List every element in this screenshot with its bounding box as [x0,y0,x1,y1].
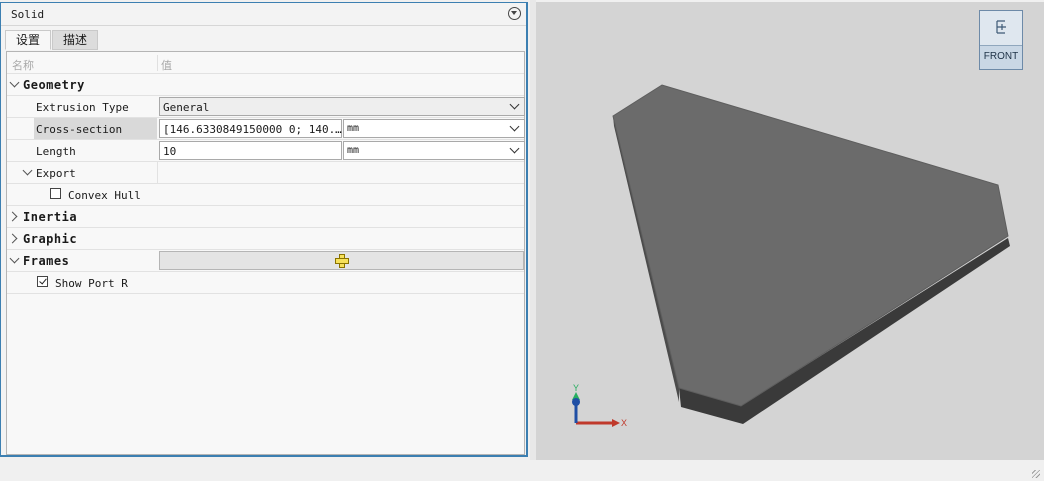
property-show-port-r: Show Port R [7,272,524,294]
category-label: Inertia [23,210,78,224]
category-inertia[interactable]: Inertia [7,206,524,228]
column-divider [157,162,158,183]
tab-bar: 设置 描述 [5,30,99,50]
length-input[interactable]: 10 [159,141,342,160]
show-port-r-checkbox[interactable] [37,276,48,287]
x-axis-label: X [621,418,627,428]
chevron-down-icon[interactable] [22,165,33,176]
checkbox-label: Convex Hull [68,189,141,202]
subcategory-export[interactable]: Export [7,162,524,184]
cross-section-input[interactable]: [146.6330849150000 0; 140.… [159,119,342,138]
view-cube[interactable]: FRONT [979,10,1023,70]
header-divider [157,55,158,71]
property-name-cell: Extrusion Type [34,96,157,117]
grid-header: 名称 值 [7,52,524,74]
chevron-down-icon[interactable] [509,143,520,154]
cross-section-unit-select[interactable]: mm [343,119,525,138]
property-label: Cross-section [36,123,123,136]
unit-value: mm [347,145,360,156]
property-name-cell: Length [34,140,157,161]
convex-hull-checkbox[interactable] [50,188,61,199]
property-label: Extrusion Type [36,101,129,114]
property-convex-hull: Convex Hull [7,184,524,206]
add-frame-button[interactable] [159,251,524,270]
solid-top-face[interactable] [612,84,1009,407]
property-extrusion-type: Extrusion Type General [7,96,525,118]
property-cross-section: Cross-section [146.6330849150000 0; 140.… [7,118,525,140]
view-cube-label: FRONT [983,51,1019,62]
axis-triad: X Y [572,383,627,428]
chevron-right-icon[interactable] [7,211,18,222]
property-name-cell: Cross-section [34,118,157,139]
property-label: Length [36,145,76,158]
3d-viewport[interactable]: FRONT X Y [536,2,1044,460]
unit-value: mm [347,123,360,134]
panel-title: Solid [11,8,45,21]
tab-description[interactable]: 描述 [52,30,99,50]
category-frames[interactable]: Frames [7,250,524,272]
length-unit-select[interactable]: mm [343,141,525,160]
property-length: Length 10 mm [7,140,525,162]
extrusion-type-select[interactable]: General [159,97,525,116]
property-grid: 名称 值 Geometry Extrusion Type General Cro… [6,51,525,455]
category-label: Frames [23,254,70,268]
view-cube-top-icon [996,20,1006,34]
category-label: Graphic [23,232,78,246]
chevron-down-icon[interactable] [509,99,520,110]
header-value: 值 [161,59,172,72]
input-value: 10 [163,145,177,158]
panel-title-bar: Solid [1,3,526,26]
input-value: [146.6330849150000 0; 140.… [163,123,342,136]
status-bar [0,460,1044,481]
category-graphic[interactable]: Graphic [7,228,524,250]
property-panel: Solid 设置 描述 名称 值 Geometry Extrusion Type… [0,2,528,457]
subcategory-label: Export [36,167,76,180]
tab-settings[interactable]: 设置 [5,30,52,50]
chevron-right-icon[interactable] [7,233,18,244]
resize-grip-icon[interactable] [1032,470,1040,478]
category-geometry[interactable]: Geometry [7,74,524,96]
plus-icon [335,254,349,268]
y-axis-label: Y [573,383,579,393]
checkbox-label: Show Port R [55,277,128,290]
chevron-down-icon[interactable] [9,77,20,88]
category-label: Geometry [23,78,85,92]
select-value: General [163,101,210,114]
chevron-down-icon[interactable] [509,121,520,132]
header-name: 名称 [12,59,34,72]
collapse-icon[interactable] [508,7,521,20]
chevron-down-icon[interactable] [9,253,20,264]
